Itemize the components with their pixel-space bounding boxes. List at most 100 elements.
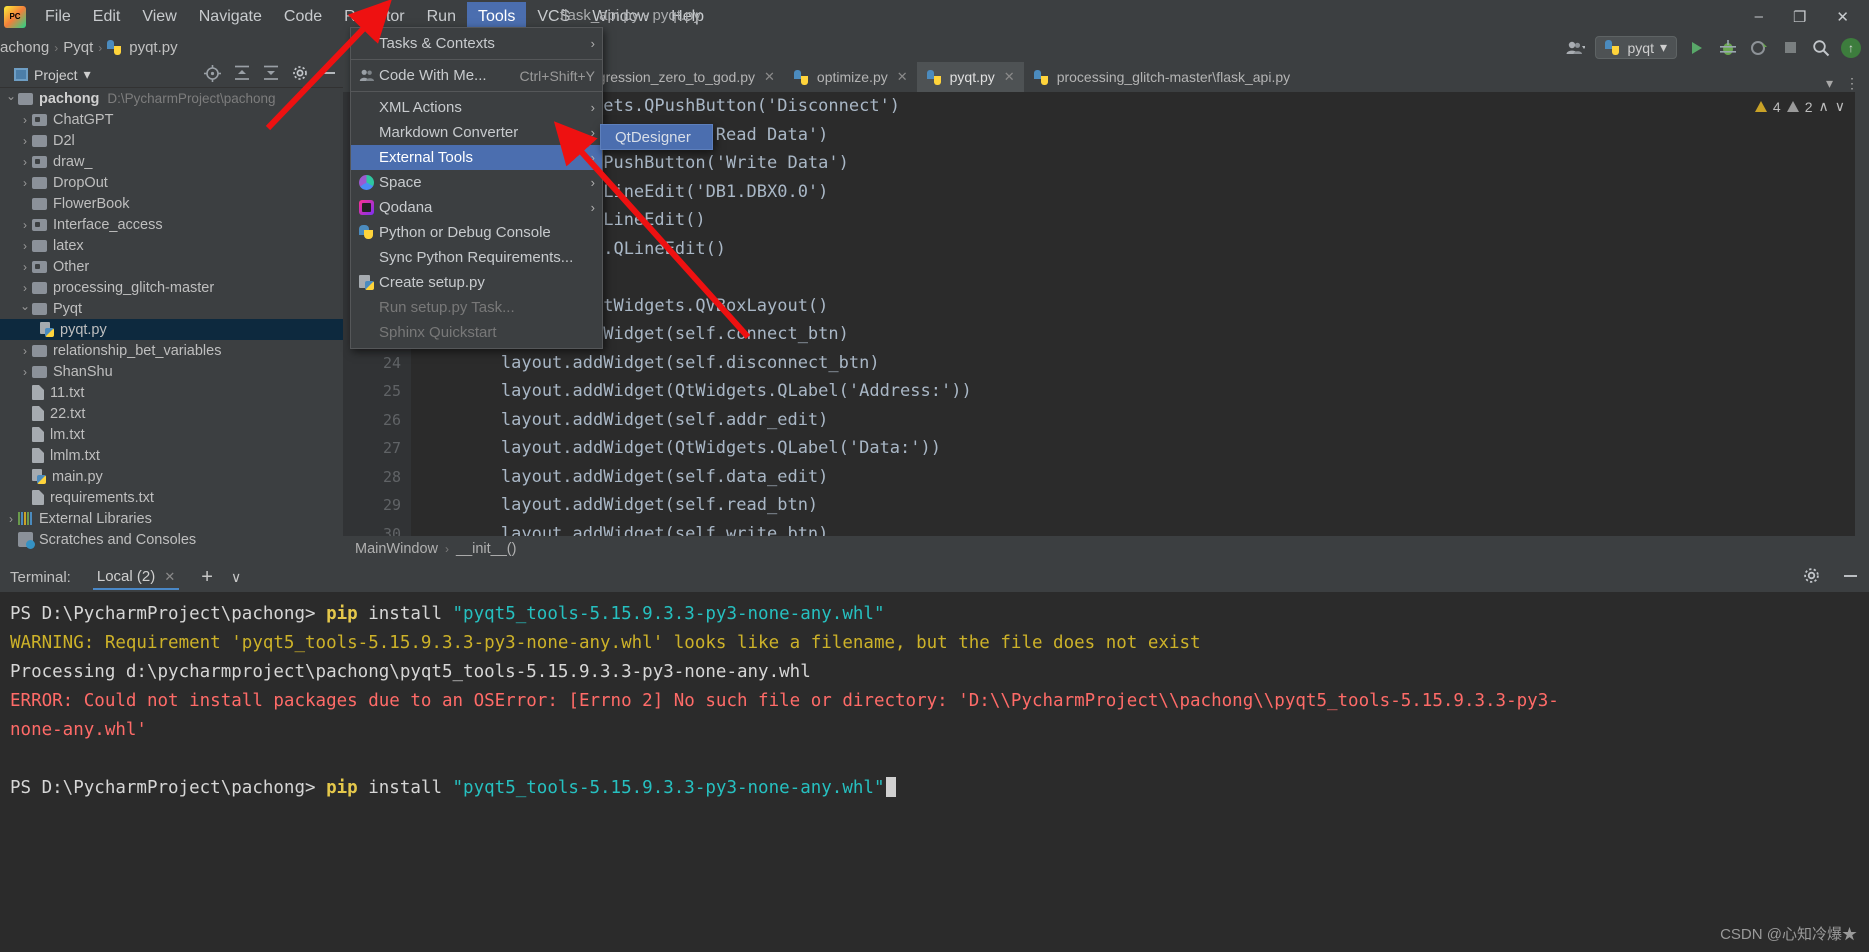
close-icon[interactable]: ✕ — [897, 69, 908, 85]
chevron-right-icon[interactable] — [18, 344, 32, 358]
tools-dropdown-menu[interactable]: Tasks & Contexts › Code With Me... Ctrl+… — [350, 27, 603, 349]
submenu-item-qtdesigner[interactable]: QtDesigner — [601, 125, 712, 149]
tree-row-pyqt-py[interactable]: pyqt.py — [0, 319, 343, 340]
chevron-right-icon[interactable] — [18, 155, 32, 169]
search-icon[interactable] — [1810, 37, 1832, 59]
menu-item-qodana[interactable]: Qodana › — [351, 195, 602, 220]
tree-row-processing-glitch-master[interactable]: processing_glitch-master — [0, 277, 343, 298]
stop-icon[interactable] — [1779, 37, 1801, 59]
hide-icon[interactable] — [1842, 567, 1859, 588]
run-icon[interactable] — [1686, 37, 1708, 59]
chevron-right-icon[interactable] — [18, 113, 32, 127]
settings-icon[interactable] — [1803, 567, 1820, 588]
chevron-right-icon[interactable] — [4, 512, 18, 526]
tree-row-pachong[interactable]: pachong D:\PycharmProject\pachong — [0, 88, 343, 109]
chevron-right-icon[interactable] — [18, 260, 32, 274]
tree-label: relationship_bet_variables — [53, 343, 221, 359]
terminal-tab-local[interactable]: Local (2) ✕ — [93, 565, 179, 590]
chevron-right-icon[interactable] — [18, 281, 32, 295]
tree-row-lm-txt[interactable]: lm.txt — [0, 424, 343, 445]
terminal-output[interactable]: PS D:\PycharmProject\pachong> pip instal… — [0, 592, 1869, 952]
menu-item-external-tools[interactable]: External Tools › — [351, 145, 602, 170]
tree-row-scratches-and-consoles[interactable]: Scratches and Consoles — [0, 529, 343, 550]
tree-row-requirements-txt[interactable]: requirements.txt — [0, 487, 343, 508]
tree-row-other[interactable]: Other — [0, 256, 343, 277]
breadcrumb-class[interactable]: MainWindow — [355, 541, 438, 557]
tree-row-draw[interactable]: draw_ — [0, 151, 343, 172]
menu-edit[interactable]: Edit — [82, 2, 132, 32]
tree-row-dropout[interactable]: DropOut — [0, 172, 343, 193]
tab-overflow-icon[interactable]: ▾ — [1826, 75, 1833, 92]
chevron-down-icon[interactable] — [18, 302, 32, 316]
locate-icon[interactable] — [204, 65, 221, 85]
menu-view[interactable]: View — [131, 2, 187, 32]
chevron-right-icon[interactable] — [18, 134, 32, 148]
external-tools-submenu[interactable]: QtDesigner — [600, 124, 713, 150]
breadcrumb-method[interactable]: __init__() — [456, 541, 516, 557]
menu-file[interactable]: File — [34, 2, 82, 32]
tree-row-d2l[interactable]: D2l — [0, 130, 343, 151]
tree-row-relationship-bet-variables[interactable]: relationship_bet_variables — [0, 340, 343, 361]
minimize-button[interactable]: – — [1755, 8, 1763, 25]
menu-item-space[interactable]: Space › — [351, 170, 602, 195]
inspection-widget[interactable]: 4 2 ∧ ∨ — [1755, 98, 1845, 115]
project-panel-title-group[interactable]: Project ▾ — [0, 66, 91, 83]
run-configuration-selector[interactable]: pyqt ▾ — [1595, 36, 1678, 59]
tree-row-pyqt[interactable]: Pyqt — [0, 298, 343, 319]
tab-pyqt-py[interactable]: pyqt.py ✕ — [917, 62, 1024, 92]
account-icon[interactable] — [1564, 37, 1586, 59]
maximize-button[interactable]: ❐ — [1793, 8, 1806, 26]
menu-item-create-setup-py[interactable]: Create setup.py — [351, 270, 602, 295]
chevron-right-icon[interactable] — [18, 365, 32, 379]
chevron-down-icon[interactable] — [4, 92, 18, 106]
tree-row-main-py[interactable]: main.py — [0, 466, 343, 487]
project-tree[interactable]: pachong D:\PycharmProject\pachong ChatGP… — [0, 88, 343, 564]
breadcrumb-folder[interactable]: Pyqt — [63, 39, 93, 56]
chevron-right-icon[interactable] — [18, 239, 32, 253]
tab-flask-api-py[interactable]: processing_glitch-master\flask_api.py — [1024, 62, 1299, 92]
collapse-all-icon[interactable] — [263, 65, 279, 84]
tree-row-external-libraries[interactable]: External Libraries — [0, 508, 343, 529]
menu-navigate[interactable]: Navigate — [188, 2, 273, 32]
chevron-right-icon[interactable] — [18, 218, 32, 232]
breadcrumb-file[interactable]: pyqt.py — [129, 39, 177, 56]
tree-row-chatgpt[interactable]: ChatGPT — [0, 109, 343, 130]
prev-problem-icon[interactable]: ∧ — [1819, 98, 1829, 115]
chevron-right-icon[interactable] — [18, 176, 32, 190]
terminal-dropdown-icon[interactable]: ∨ — [231, 569, 241, 586]
add-terminal-button[interactable]: + — [201, 566, 213, 589]
tree-row-latex[interactable]: latex — [0, 235, 343, 256]
menu-item-code-with-me[interactable]: Code With Me... Ctrl+Shift+Y — [351, 63, 602, 88]
menu-item-label: Qodana — [379, 199, 583, 216]
tree-row-interface-access[interactable]: Interface_access — [0, 214, 343, 235]
tree-row-shanshu[interactable]: ShanShu — [0, 361, 343, 382]
hide-icon[interactable] — [321, 65, 337, 84]
chevron-down-icon[interactable]: ▾ — [84, 66, 91, 83]
expand-all-icon[interactable] — [234, 65, 250, 84]
close-icon[interactable]: ✕ — [1004, 69, 1015, 85]
menu-item-sync-python-requirements[interactable]: Sync Python Requirements... — [351, 245, 602, 270]
menu-item-markdown-converter[interactable]: Markdown Converter › — [351, 120, 602, 145]
tree-row-flowerbook[interactable]: FlowerBook — [0, 193, 343, 214]
coverage-icon[interactable] — [1748, 37, 1770, 59]
code-lines[interactable]: nnect_btn = QtWidgets.QPushButton('Disco… — [411, 92, 1869, 536]
close-icon[interactable]: ✕ — [164, 569, 175, 584]
tree-row-22-txt[interactable]: 22.txt — [0, 403, 343, 424]
update-icon[interactable]: ↑ — [1841, 38, 1861, 58]
next-problem-icon[interactable]: ∨ — [1835, 98, 1845, 115]
tab-more-icon[interactable]: ⋮ — [1845, 75, 1859, 92]
menu-item-tasks-and-contexts[interactable]: Tasks & Contexts › — [351, 31, 602, 56]
menu-item-label: Run setup.py Task... — [379, 299, 595, 316]
menu-item-xml-actions[interactable]: XML Actions › — [351, 95, 602, 120]
tree-row-11-txt[interactable]: 11.txt — [0, 382, 343, 403]
breadcrumb-project[interactable]: achong — [0, 39, 49, 56]
tree-row-lmlm-txt[interactable]: lmlm.txt — [0, 445, 343, 466]
debug-icon[interactable] — [1717, 37, 1739, 59]
tab-optimize-py[interactable]: optimize.py ✕ — [784, 62, 917, 92]
menu-item-python-or-debug-console[interactable]: Python or Debug Console — [351, 220, 602, 245]
close-icon[interactable]: ✕ — [764, 69, 775, 85]
tab-label: pyqt.py — [950, 69, 995, 85]
settings-icon[interactable] — [292, 65, 308, 84]
menu-code[interactable]: Code — [273, 2, 333, 32]
close-button[interactable]: ✕ — [1836, 8, 1849, 26]
